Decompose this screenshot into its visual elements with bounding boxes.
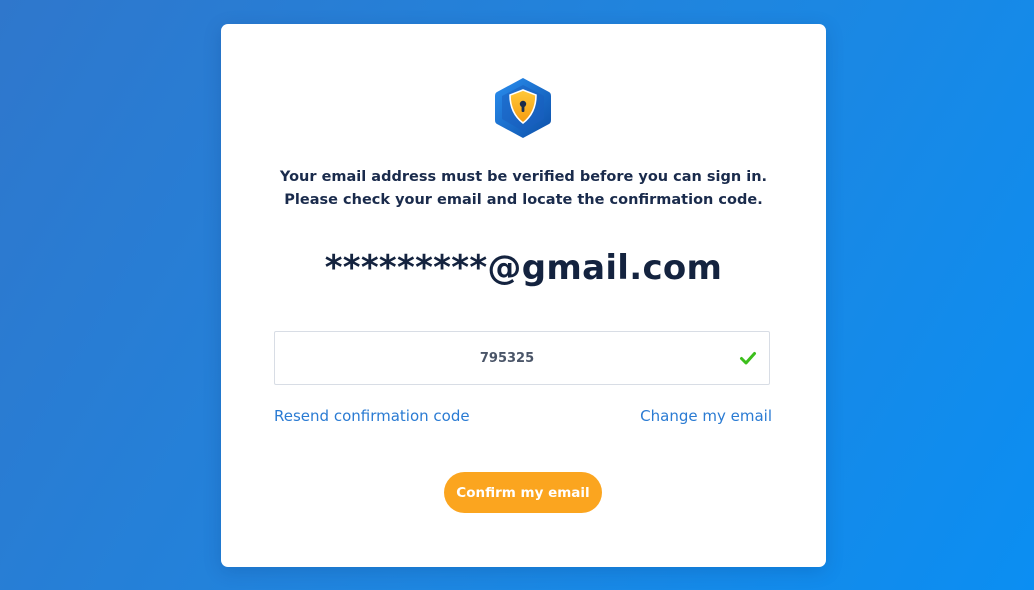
verification-card: Your email address must be verified befo…: [221, 24, 826, 567]
change-email-link[interactable]: Change my email: [640, 407, 772, 425]
shield-lock-icon: [493, 77, 553, 139]
confirmation-code-input[interactable]: [275, 332, 739, 384]
confirm-email-button[interactable]: Confirm my email: [444, 472, 602, 513]
resend-code-link[interactable]: Resend confirmation code: [274, 407, 470, 425]
check-icon: [740, 352, 756, 365]
message-line-1: Your email address must be verified befo…: [279, 169, 768, 185]
masked-email: *********@gmail.com: [324, 248, 723, 288]
message-line-2: Please check your email and locate the c…: [284, 192, 763, 208]
verification-message: Your email address must be verified befo…: [221, 166, 826, 212]
confirmation-code-field: [274, 331, 770, 385]
